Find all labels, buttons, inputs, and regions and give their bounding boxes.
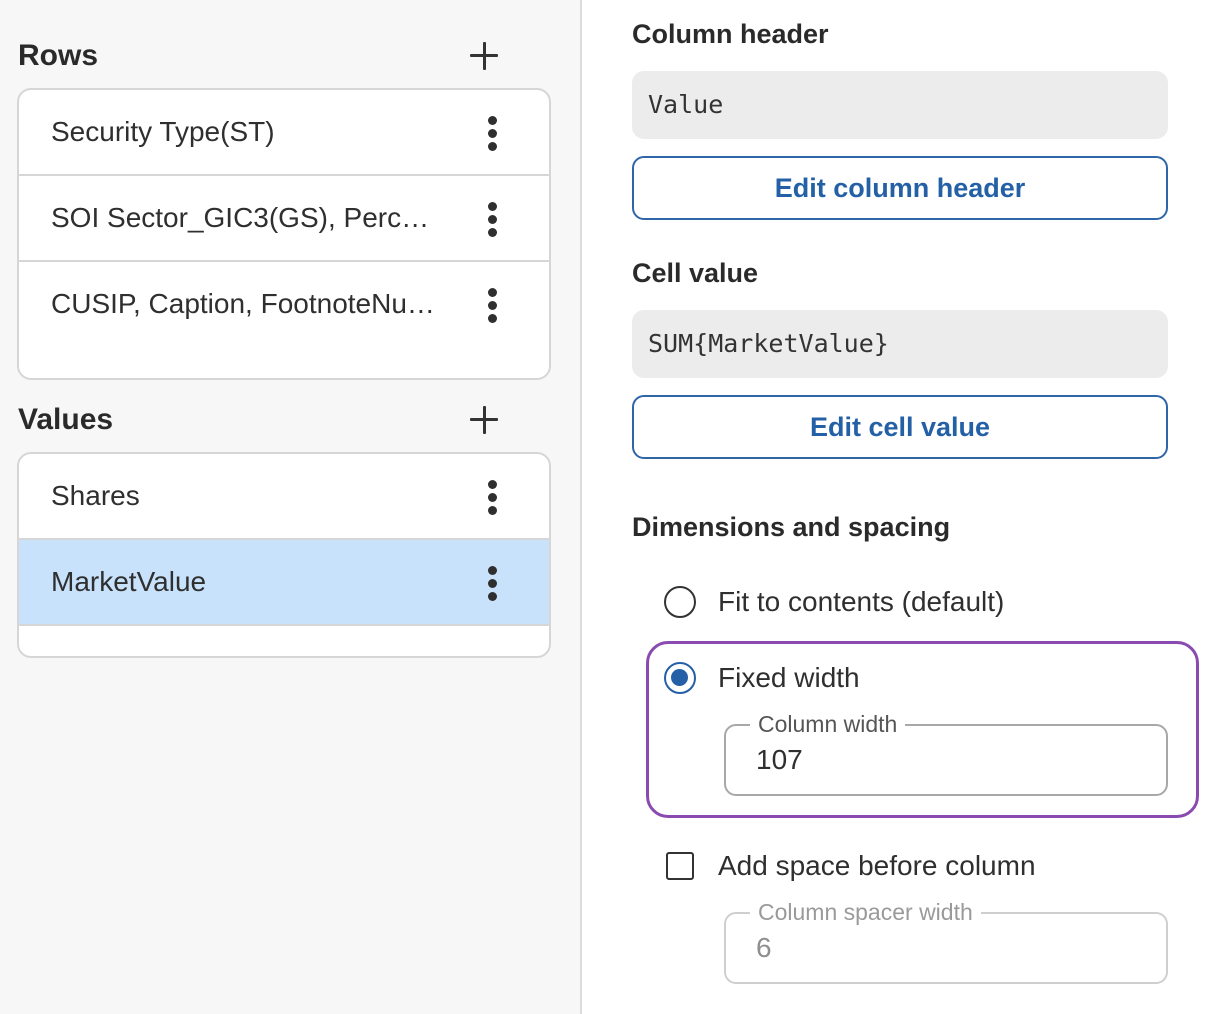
column-header-heading: Column header: [632, 19, 829, 49]
more-vertical-icon[interactable]: [477, 200, 509, 238]
add-value-plus-icon[interactable]: [466, 402, 502, 438]
values-list: Shares MarketValue: [17, 452, 551, 658]
column-spacer-width-field: Column spacer width: [724, 898, 1168, 984]
column-spacer-width-label: Column spacer width: [750, 898, 981, 926]
list-item-row[interactable]: SOI Sector_GIC3(GS), Percent(PC): [19, 176, 549, 262]
fields-panel: Rows Security Type(ST) SOI Sector_GIC3(G…: [0, 0, 582, 1014]
more-vertical-icon[interactable]: [477, 286, 509, 324]
column-spacer-width-input: [756, 928, 1146, 968]
more-vertical-icon[interactable]: [477, 564, 509, 602]
column-width-field[interactable]: Column width: [724, 710, 1168, 796]
column-width-input[interactable]: [756, 740, 1146, 780]
fit-to-contents-radio[interactable]: [664, 586, 696, 618]
edit-column-header-button[interactable]: Edit column header: [632, 156, 1168, 220]
fixed-width-radio[interactable]: [664, 662, 696, 694]
value-item-label: MarketValue: [51, 566, 207, 597]
column-header-value: Value: [632, 71, 1168, 139]
more-vertical-icon[interactable]: [477, 114, 509, 152]
edit-cell-value-button[interactable]: Edit cell value: [632, 395, 1168, 459]
row-item-label: Security Type(ST): [51, 116, 275, 147]
add-space-label: Add space before column: [718, 850, 1036, 881]
cell-value-expression: SUM{MarketValue}: [632, 310, 1168, 378]
list-item-row[interactable]: CUSIP, Caption, FootnoteNumber: [19, 262, 549, 348]
list-item-value[interactable]: Shares: [19, 454, 549, 540]
value-item-label: Shares: [51, 480, 140, 511]
row-item-label: SOI Sector_GIC3(GS), Percent(PC): [51, 202, 441, 233]
rows-title: Rows: [18, 39, 99, 72]
add-space-checkbox[interactable]: [666, 852, 694, 880]
values-title: Values: [18, 403, 114, 436]
list-item-value-selected[interactable]: MarketValue: [19, 540, 549, 626]
column-width-label: Column width: [750, 710, 906, 738]
add-row-plus-icon[interactable]: [466, 38, 502, 74]
more-vertical-icon[interactable]: [477, 478, 509, 516]
dimensions-heading: Dimensions and spacing: [632, 512, 951, 542]
column-settings-panel: Column header Value Edit column header C…: [582, 0, 1216, 1014]
cell-value-heading: Cell value: [632, 258, 759, 288]
rows-list: Security Type(ST) SOI Sector_GIC3(GS), P…: [17, 88, 551, 380]
fit-to-contents-label: Fit to contents (default): [718, 586, 1005, 617]
list-item-row[interactable]: Security Type(ST): [19, 90, 549, 176]
row-item-label: CUSIP, Caption, FootnoteNumber: [51, 288, 441, 319]
fixed-width-label: Fixed width: [718, 662, 860, 693]
